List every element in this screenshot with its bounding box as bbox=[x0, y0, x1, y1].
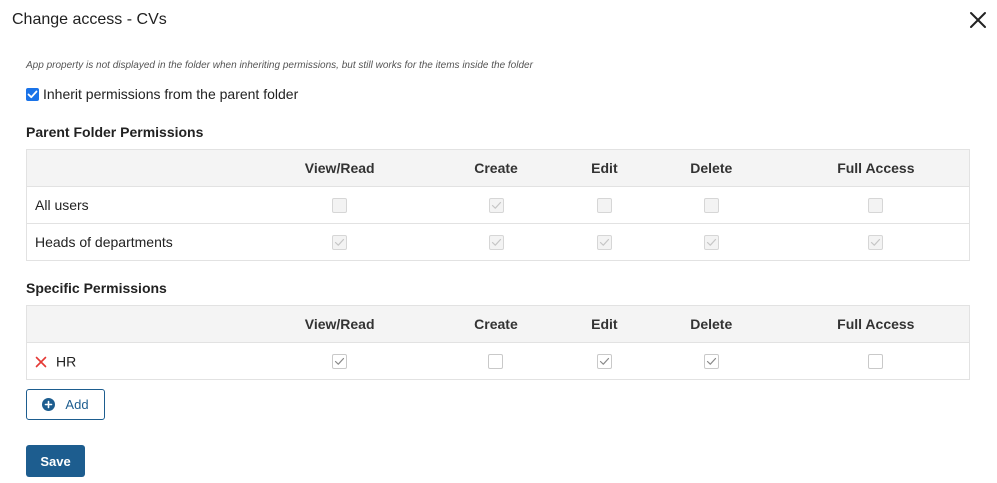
permission-checkbox bbox=[332, 235, 348, 251]
permission-checkbox bbox=[596, 235, 612, 251]
column-header-name bbox=[26, 149, 257, 187]
column-header-delete: Delete bbox=[639, 305, 783, 343]
add-button[interactable]: Add bbox=[26, 389, 105, 420]
row-name: HR bbox=[56, 353, 77, 370]
check-icon bbox=[491, 202, 501, 210]
remove-row-button[interactable] bbox=[35, 356, 47, 368]
permission-checkbox[interactable] bbox=[868, 354, 884, 370]
row-name-cell: HR bbox=[26, 342, 257, 380]
permission-checkbox bbox=[868, 198, 884, 214]
table-row: Heads of departments bbox=[26, 223, 970, 261]
parent-permissions-title: Parent Folder Permissions bbox=[26, 124, 204, 140]
permission-checkbox bbox=[488, 235, 504, 251]
permission-checkbox bbox=[596, 198, 612, 214]
permission-checkbox bbox=[868, 235, 884, 251]
plus-circle-icon bbox=[42, 398, 56, 411]
inherit-permissions-row[interactable]: Inherit permissions from the parent fold… bbox=[26, 86, 298, 102]
inherit-note: App property is not displayed in the fol… bbox=[26, 60, 533, 71]
check-icon bbox=[706, 239, 716, 247]
check-icon bbox=[491, 239, 501, 247]
permission-checkbox[interactable] bbox=[596, 354, 612, 370]
table-row: HR bbox=[26, 342, 970, 380]
table-header-row: View/Read Create Edit Delete Full Access bbox=[26, 305, 970, 343]
check-icon bbox=[871, 239, 881, 247]
save-button[interactable]: Save bbox=[26, 445, 85, 477]
permission-checkbox[interactable] bbox=[703, 354, 719, 370]
check-icon bbox=[706, 358, 716, 366]
specific-permissions-title: Specific Permissions bbox=[26, 280, 167, 296]
specific-permissions-table: View/Read Create Edit Delete Full Access… bbox=[26, 305, 970, 380]
column-header-view-read: View/Read bbox=[256, 149, 424, 187]
inherit-label: Inherit permissions from the parent fold… bbox=[43, 86, 299, 102]
column-header-full-access: Full Access bbox=[782, 305, 970, 343]
permission-checkbox bbox=[703, 198, 719, 214]
column-header-view-read: View/Read bbox=[256, 305, 424, 343]
column-header-name bbox=[26, 305, 257, 343]
check-icon bbox=[335, 358, 345, 366]
dialog-title: Change access - CVs bbox=[12, 11, 167, 28]
close-icon bbox=[970, 12, 986, 28]
column-header-create: Create bbox=[423, 305, 569, 343]
permission-checkbox bbox=[488, 198, 504, 214]
column-header-full-access: Full Access bbox=[782, 149, 970, 187]
permission-checkbox bbox=[332, 198, 348, 214]
table-row: All users bbox=[26, 186, 970, 224]
close-button[interactable] bbox=[967, 9, 989, 31]
column-header-edit: Edit bbox=[568, 305, 640, 343]
column-header-edit: Edit bbox=[568, 149, 640, 187]
table-header-row: View/Read Create Edit Delete Full Access bbox=[26, 149, 970, 187]
permission-checkbox bbox=[703, 235, 719, 251]
check-icon bbox=[599, 239, 609, 247]
row-name: Heads of departments bbox=[26, 223, 257, 261]
check-icon bbox=[335, 239, 345, 247]
column-header-delete: Delete bbox=[639, 149, 783, 187]
add-button-label: Add bbox=[65, 397, 89, 412]
permission-checkbox[interactable] bbox=[332, 354, 348, 370]
check-icon bbox=[599, 358, 609, 366]
inherit-checkbox[interactable] bbox=[26, 87, 39, 101]
remove-icon bbox=[35, 356, 47, 367]
row-name: All users bbox=[26, 186, 257, 224]
parent-permissions-table: View/Read Create Edit Delete Full Access… bbox=[26, 149, 970, 261]
permission-checkbox[interactable] bbox=[488, 354, 504, 370]
check-icon bbox=[27, 90, 38, 98]
column-header-create: Create bbox=[423, 149, 569, 187]
